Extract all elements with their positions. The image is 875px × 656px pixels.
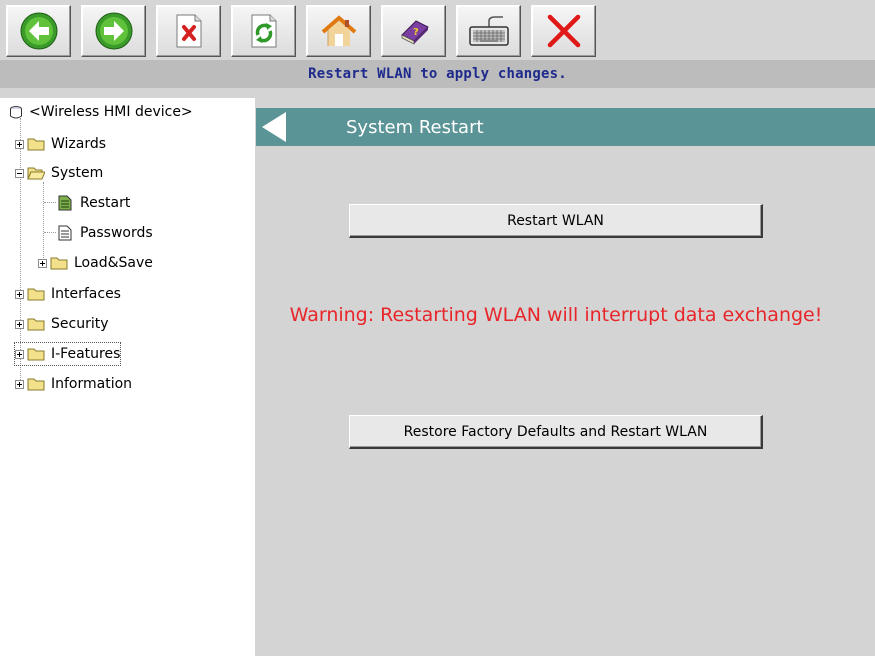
svg-text:?: ? bbox=[413, 27, 419, 38]
tree-item-i-features[interactable]: I-Features bbox=[13, 342, 122, 366]
folder-icon bbox=[27, 318, 45, 331]
stop-button[interactable] bbox=[156, 5, 221, 57]
tree-connector bbox=[43, 182, 44, 262]
collapse-minus-icon[interactable] bbox=[15, 168, 24, 178]
navigation-tree: <Wireless HMI device> Wizards System Res… bbox=[0, 98, 255, 656]
home-button[interactable] bbox=[306, 5, 371, 57]
expand-plus-icon[interactable] bbox=[15, 349, 24, 359]
device-icon bbox=[10, 106, 22, 119]
back-arrow-icon bbox=[20, 12, 57, 50]
refresh-button[interactable] bbox=[231, 5, 296, 57]
restart-wlan-button[interactable]: Restart WLAN bbox=[349, 204, 763, 238]
keyboard-icon bbox=[468, 16, 509, 46]
page-title: System Restart bbox=[346, 116, 484, 138]
document-icon bbox=[58, 195, 72, 211]
tree-item-information[interactable]: Information bbox=[15, 373, 132, 395]
expand-plus-icon[interactable] bbox=[15, 139, 24, 149]
forward-arrow-icon bbox=[95, 12, 132, 50]
tree-item-load-save[interactable]: Load&Save bbox=[38, 252, 153, 274]
section-header: System Restart bbox=[256, 108, 875, 146]
tree-item-restart[interactable]: Restart bbox=[58, 192, 130, 214]
tree-item-passwords[interactable]: Passwords bbox=[58, 222, 153, 244]
tree-item-wizards[interactable]: Wizards bbox=[15, 133, 106, 155]
tree-item-label: Interfaces bbox=[51, 286, 121, 302]
tree-item-label: Wizards bbox=[51, 136, 107, 152]
close-button[interactable] bbox=[531, 5, 596, 57]
folder-icon bbox=[27, 348, 45, 361]
tree-item-label: Restart bbox=[80, 195, 131, 211]
keyboard-button[interactable] bbox=[456, 5, 521, 57]
tree-item-label: I-Features bbox=[51, 346, 121, 362]
expand-plus-icon[interactable] bbox=[15, 289, 24, 299]
restore-factory-defaults-button[interactable]: Restore Factory Defaults and Restart WLA… bbox=[349, 415, 763, 449]
expand-plus-icon[interactable] bbox=[15, 319, 24, 329]
tree-item-label: System bbox=[51, 165, 104, 181]
tree-item-system[interactable]: System bbox=[15, 162, 103, 184]
help-book-icon: ? bbox=[400, 20, 429, 45]
tree-connector bbox=[44, 232, 56, 233]
expand-plus-icon[interactable] bbox=[38, 258, 47, 268]
back-triangle-icon[interactable] bbox=[262, 112, 286, 142]
status-bar: Restart WLAN to apply changes. bbox=[0, 60, 875, 88]
tree-item-label: Passwords bbox=[80, 225, 153, 241]
forward-button[interactable] bbox=[81, 5, 146, 57]
stop-icon bbox=[176, 14, 201, 48]
tree-item-label: Information bbox=[51, 376, 133, 392]
tree-connector bbox=[44, 202, 56, 203]
tree-root[interactable]: <Wireless HMI device> bbox=[9, 101, 193, 123]
expand-plus-icon[interactable] bbox=[15, 379, 24, 389]
status-message: Restart WLAN to apply changes. bbox=[308, 66, 567, 82]
toolbar: ? bbox=[0, 0, 875, 60]
back-button[interactable] bbox=[6, 5, 71, 57]
folder-icon bbox=[27, 288, 45, 301]
content-panel: System Restart Restart WLAN Warning: Res… bbox=[256, 98, 875, 656]
tree-item-interfaces[interactable]: Interfaces bbox=[15, 283, 121, 305]
refresh-icon bbox=[251, 14, 276, 48]
tree-item-label: Security bbox=[51, 316, 109, 332]
help-button[interactable]: ? bbox=[381, 5, 446, 57]
folder-icon bbox=[27, 378, 45, 391]
document-icon bbox=[58, 225, 72, 241]
tree-item-label: Load&Save bbox=[74, 255, 153, 271]
folder-icon bbox=[27, 138, 45, 151]
home-icon bbox=[321, 15, 356, 46]
tree-item-security[interactable]: Security bbox=[15, 313, 109, 335]
warning-message: Warning: Restarting WLAN will interrupt … bbox=[289, 304, 823, 326]
close-x-icon bbox=[547, 14, 580, 48]
tree-root-label: <Wireless HMI device> bbox=[29, 104, 193, 120]
open-folder-icon bbox=[27, 167, 45, 180]
folder-icon bbox=[50, 257, 68, 270]
